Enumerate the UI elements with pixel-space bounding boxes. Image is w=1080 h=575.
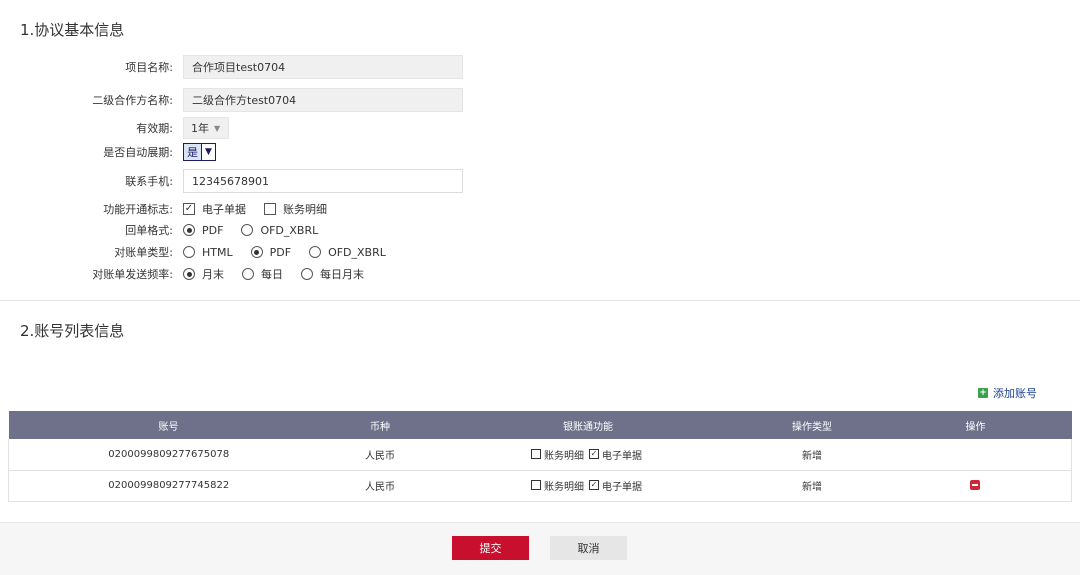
section-title-agreement: 1.协议基本信息	[20, 21, 125, 39]
radio-selected-icon[interactable]	[250, 246, 263, 258]
frequency-daily[interactable]: 每日	[242, 266, 283, 282]
table-row: 0200099809277675078 人民币 账务明细 ✓ 电子单据 新增	[8, 439, 1072, 471]
add-account-button[interactable]: + 添加账号	[978, 385, 1037, 401]
section-title-accounts: 2.账号列表信息	[20, 322, 125, 340]
validity-select[interactable]: 1年 ▼	[183, 117, 229, 139]
row-receipt-format: 回单格式: PDF OFD_XBRL	[0, 219, 560, 241]
radio-icon[interactable]	[241, 224, 254, 236]
section-divider	[0, 300, 1080, 301]
frequency-month-end[interactable]: 月末	[183, 266, 224, 282]
function-label: 电子单据	[602, 450, 642, 462]
account-cell: 0200099809277745822	[8, 470, 329, 502]
op-type-cell: 新增	[744, 470, 880, 502]
col-header-currency: 币种	[328, 411, 432, 439]
receipt-format-option-label: OFD_XBRL	[260, 223, 319, 237]
statement-type-pdf[interactable]: PDF	[250, 245, 292, 259]
col-header-function: 银账通功能	[431, 411, 745, 439]
radio-selected-icon[interactable]	[183, 268, 195, 280]
frequency-option-label: 每日	[261, 268, 283, 281]
chevron-down-icon: ▼	[201, 144, 215, 160]
feature-option-label: 账务明细	[283, 203, 327, 216]
currency-cell: 人民币	[328, 470, 432, 502]
validity-value: 1年	[191, 122, 209, 135]
statement-type-option-label: HTML	[202, 245, 233, 259]
row-phone: 联系手机: 12345678901	[0, 169, 560, 193]
minus-square-icon[interactable]	[970, 480, 981, 490]
phone-input[interactable]: 12345678901	[183, 169, 463, 193]
radio-icon[interactable]	[309, 246, 322, 258]
check-icon[interactable]: ✓	[183, 203, 195, 215]
frequency-option-label: 月末	[202, 268, 224, 281]
checkbox-empty[interactable]	[264, 203, 276, 215]
phone-label: 联系手机:	[125, 175, 173, 188]
function-label: 电子单据	[602, 481, 642, 493]
frequency-daily-month-end[interactable]: 每日月末	[301, 266, 364, 282]
caret-down-icon: ▼	[214, 123, 221, 133]
statement-type-html[interactable]: HTML	[183, 246, 233, 259]
radio-selected-icon[interactable]	[183, 224, 195, 236]
col-header-op-type: 操作类型	[744, 411, 880, 439]
project-name-label: 项目名称:	[125, 61, 173, 74]
row-send-frequency: 对账单发送频率: 月末 每日 每日月末	[0, 263, 560, 285]
function-cell: 账务明细 ✓ 电子单据	[431, 470, 745, 502]
action-cell	[879, 439, 1072, 471]
check-icon[interactable]: ✓	[589, 449, 599, 459]
row-auto-renew: 是否自动展期: 是 ▼	[0, 141, 560, 163]
send-frequency-label: 对账单发送频率:	[92, 268, 173, 281]
features-label: 功能开通标志:	[103, 203, 173, 216]
radio-icon[interactable]	[301, 268, 313, 280]
plus-square-icon: +	[978, 388, 988, 398]
receipt-format-label: 回单格式:	[125, 224, 173, 237]
row-validity: 有效期: 1年 ▼	[0, 117, 560, 139]
auto-renew-label: 是否自动展期:	[103, 146, 173, 159]
footer-bar: 提交 取消	[0, 522, 1080, 575]
frequency-option-label: 每日月末	[320, 268, 364, 281]
statement-type-label: 对账单类型:	[114, 246, 173, 259]
submit-button[interactable]: 提交	[452, 536, 529, 560]
checkbox-empty[interactable]	[531, 449, 541, 459]
receipt-format-pdf[interactable]: PDF	[183, 224, 223, 237]
check-icon[interactable]: ✓	[589, 480, 599, 491]
receipt-format-ofd[interactable]: OFD_XBRL	[241, 224, 318, 237]
project-name-field[interactable]: 合作项目test0704	[183, 55, 463, 79]
col-header-action: 操作	[879, 411, 1072, 439]
auto-renew-select[interactable]: 是 ▼	[183, 143, 216, 161]
feature-option-e-receipt[interactable]: ✓ 电子单据	[183, 201, 246, 217]
checkbox-empty[interactable]	[531, 480, 541, 491]
op-type-cell: 新增	[744, 439, 880, 471]
receipt-format-option-label: PDF	[202, 223, 224, 237]
row-secondary-partner: 二级合作方名称: 二级合作方test0704	[0, 88, 560, 112]
statement-type-option-label: OFD_XBRL	[328, 245, 386, 259]
table-header-row: 账号 币种 银账通功能 操作类型 操作	[8, 411, 1072, 439]
col-header-account: 账号	[8, 411, 329, 439]
account-cell: 0200099809277675078	[8, 439, 329, 471]
row-features: 功能开通标志: ✓ 电子单据 账务明细	[0, 198, 560, 220]
accounts-table: 账号 币种 银账通功能 操作类型 操作 0200099809277675078 …	[8, 411, 1072, 502]
add-account-label: 添加账号	[993, 387, 1037, 400]
function-label: 账务明细	[544, 450, 584, 462]
function-label: 账务明细	[544, 481, 584, 493]
auto-renew-value: 是	[184, 144, 201, 160]
secondary-partner-field[interactable]: 二级合作方test0704	[183, 88, 463, 112]
secondary-partner-label: 二级合作方名称:	[92, 94, 173, 107]
statement-type-ofd[interactable]: OFD_XBRL	[309, 246, 386, 259]
radio-icon[interactable]	[183, 246, 195, 258]
table-row: 0200099809277745822 人民币 账务明细 ✓ 电子单据 新增	[8, 470, 1072, 502]
row-statement-type: 对账单类型: HTML PDF OFD_XBRL	[0, 241, 560, 263]
radio-icon[interactable]	[242, 268, 254, 280]
currency-cell: 人民币	[328, 439, 432, 471]
action-cell	[879, 470, 1072, 502]
feature-option-account-detail[interactable]: 账务明细	[264, 201, 327, 217]
feature-option-label: 电子单据	[202, 203, 246, 216]
statement-type-option-label: PDF	[269, 245, 292, 259]
cancel-button[interactable]: 取消	[550, 536, 627, 560]
function-cell: 账务明细 ✓ 电子单据	[431, 439, 745, 471]
row-project-name: 项目名称: 合作项目test0704	[0, 55, 560, 79]
validity-label: 有效期:	[136, 122, 173, 135]
